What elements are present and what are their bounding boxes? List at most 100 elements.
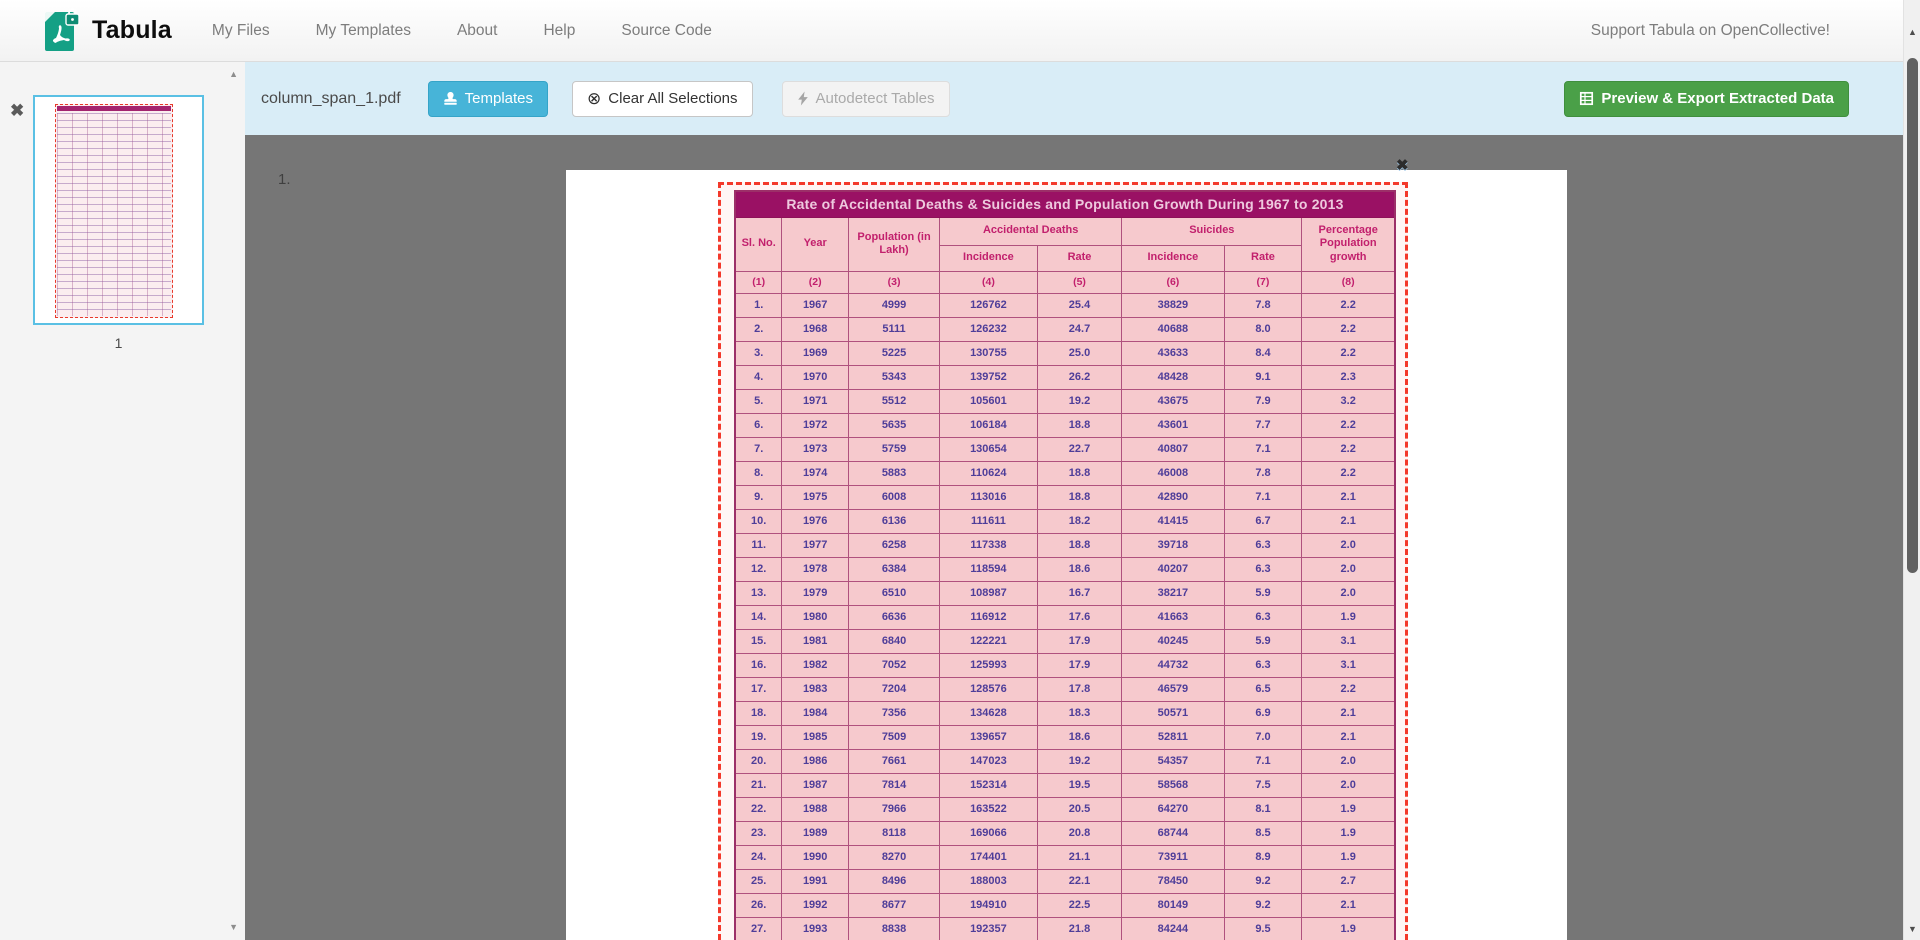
table-cell: 14. (735, 605, 782, 629)
selection-close-icon[interactable]: ✖ (1396, 158, 1409, 173)
table-cell: 6.3 (1224, 557, 1302, 581)
table-cell: 7509 (849, 725, 940, 749)
table-cell: 2.7 (1302, 869, 1395, 893)
table-cell: 43675 (1122, 389, 1224, 413)
nav-my-files[interactable]: My Files (212, 22, 270, 40)
table-cell: 126762 (940, 293, 1038, 317)
brand[interactable]: Tabula (44, 9, 172, 53)
table-row: 15.1981684012222117.9402455.93.1 (735, 629, 1395, 653)
pdf-page[interactable]: ✖ Rate of Accidental Deaths & Suicides a… (566, 170, 1567, 940)
table-cell: 43633 (1122, 341, 1224, 365)
table-cell: 15. (735, 629, 782, 653)
table-cell: 52811 (1122, 725, 1224, 749)
table-cell: 42890 (1122, 485, 1224, 509)
table-cell: 1.9 (1302, 605, 1395, 629)
table-cell: 111611 (940, 509, 1038, 533)
table-cell: 194910 (940, 893, 1038, 917)
table-cell: 46008 (1122, 461, 1224, 485)
nav-source-code[interactable]: Source Code (621, 22, 711, 40)
scrollbar-thumb[interactable] (1907, 58, 1918, 573)
table-cell: 18.2 (1037, 509, 1121, 533)
table-cell: 20.5 (1037, 797, 1121, 821)
table-cell: 84244 (1122, 917, 1224, 940)
table-cell: 1985 (782, 725, 849, 749)
table-cell: 169066 (940, 821, 1038, 845)
table-row: 9.1975600811301618.8428907.12.1 (735, 485, 1395, 509)
table-cell: 27. (735, 917, 782, 940)
table-cell: 18.8 (1037, 485, 1121, 509)
remove-file-icon[interactable]: ✖ (10, 102, 24, 119)
table-cell: 19.2 (1037, 749, 1121, 773)
table-cell: 7.8 (1224, 293, 1302, 317)
table-cell: 108987 (940, 581, 1038, 605)
main-panel: column_span_1.pdf Templates ⊗ Clear All … (245, 62, 1903, 940)
table-cell: 5. (735, 389, 782, 413)
sidebar-scroll-down-icon[interactable]: ▼ (229, 923, 238, 932)
thumbnail-table-rows (57, 113, 171, 316)
support-link[interactable]: Support Tabula on OpenCollective! (1591, 22, 1830, 40)
table-cell: 23. (735, 821, 782, 845)
nav-help[interactable]: Help (543, 22, 575, 40)
table-cell: 106184 (940, 413, 1038, 437)
page-scrollbar[interactable]: ▲ ▼ (1903, 0, 1920, 940)
table-cell: 6510 (849, 581, 940, 605)
col-header-rate-2: Rate (1224, 245, 1302, 271)
thumbnail-page-number: 1 (33, 335, 204, 351)
table-cell: 134628 (940, 701, 1038, 725)
table-cell: 6.3 (1224, 605, 1302, 629)
table-cell: 2.2 (1302, 413, 1395, 437)
table-cell: 18.8 (1037, 413, 1121, 437)
table-cell: 188003 (940, 869, 1038, 893)
table-cell: 9.2 (1224, 893, 1302, 917)
table-cell: 4999 (849, 293, 940, 317)
table-cell: 125993 (940, 653, 1038, 677)
table-cell: 1987 (782, 773, 849, 797)
table-row: 7.1973575913065422.7408077.12.2 (735, 437, 1395, 461)
scrollbar-up-icon[interactable]: ▲ (1904, 28, 1920, 37)
templates-button[interactable]: Templates (428, 81, 548, 117)
sidebar-scroll-up-icon[interactable]: ▲ (229, 70, 238, 79)
lightning-icon (797, 91, 809, 106)
table-cell: 128576 (940, 677, 1038, 701)
circle-x-icon: ⊗ (587, 90, 601, 107)
table-cell: 6.9 (1224, 701, 1302, 725)
table-cell: 25.0 (1037, 341, 1121, 365)
table-cell: 22.7 (1037, 437, 1121, 461)
table-cell: 1967 (782, 293, 849, 317)
table-cell: 7204 (849, 677, 940, 701)
table-cell: 7052 (849, 653, 940, 677)
table-cell: 41415 (1122, 509, 1224, 533)
table-cell: 18.8 (1037, 533, 1121, 557)
table-cell: 12. (735, 557, 782, 581)
autodetect-tables-button[interactable]: Autodetect Tables (782, 81, 950, 117)
table-cell: 38829 (1122, 293, 1224, 317)
table-cell: 2.0 (1302, 581, 1395, 605)
preview-export-button[interactable]: Preview & Export Extracted Data (1564, 81, 1849, 117)
table-cell: 3. (735, 341, 782, 365)
table-cell: 8838 (849, 917, 940, 940)
table-row: 4.1970534313975226.2484289.12.3 (735, 365, 1395, 389)
table-cell: 2. (735, 317, 782, 341)
table-row: 1.1967499912676225.4388297.82.2 (735, 293, 1395, 317)
nav-about[interactable]: About (457, 22, 498, 40)
table-cell: 24.7 (1037, 317, 1121, 341)
col-header-percentage-growth: Percentage Population growth (1302, 217, 1395, 271)
table-cell: 1980 (782, 605, 849, 629)
thumbnail-selection-overlay (55, 104, 173, 318)
table-cell: 126232 (940, 317, 1038, 341)
page-thumbnail[interactable] (33, 95, 204, 325)
table-cell: 58568 (1122, 773, 1224, 797)
clear-all-selections-button[interactable]: ⊗ Clear All Selections (572, 81, 752, 117)
table-cell: 5.9 (1224, 629, 1302, 653)
toolbar: column_span_1.pdf Templates ⊗ Clear All … (245, 62, 1903, 135)
nav-my-templates[interactable]: My Templates (316, 22, 411, 40)
table-cell: 1989 (782, 821, 849, 845)
table-cell: 9.1 (1224, 365, 1302, 389)
table-cell: 1979 (782, 581, 849, 605)
table-cell: 1993 (782, 917, 849, 940)
table-cell: 7356 (849, 701, 940, 725)
table-cell: 1984 (782, 701, 849, 725)
scrollbar-down-icon[interactable]: ▼ (1904, 925, 1920, 934)
col-header-population: Population (in Lakh) (849, 217, 940, 271)
col-header-accidental-deaths: Accidental Deaths (940, 217, 1122, 245)
